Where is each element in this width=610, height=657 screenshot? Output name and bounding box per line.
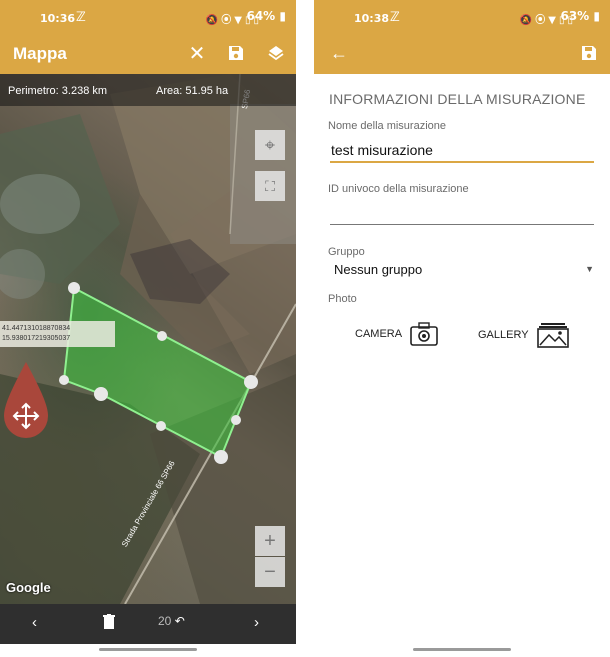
app-bar: ←	[314, 34, 610, 74]
google-logo: Google	[6, 580, 51, 595]
zoom-in-label: +	[264, 529, 276, 552]
home-indicator[interactable]	[99, 648, 197, 651]
map-screen: 10:36 ℤ 🔕⦿▼▯▯ 64% ▮ Mappa ✕ Strada Provi…	[0, 0, 296, 657]
section-title: INFORMAZIONI DELLA MISURAZIONE	[329, 91, 586, 107]
zoom-in-button[interactable]: +	[255, 526, 285, 556]
id-field-label: ID univoco della misurazione	[328, 183, 469, 195]
id-field[interactable]	[331, 205, 594, 223]
step-counter: 20 ↶	[158, 614, 185, 628]
camera-button[interactable]: CAMERA	[355, 322, 438, 346]
measurement-info-bar: Perimetro: 3.238 km Area: 51.95 ha	[0, 74, 296, 106]
back-arrow-icon[interactable]: ←	[328, 42, 350, 64]
page-title: Mappa	[13, 44, 67, 63]
home-indicator[interactable]	[413, 648, 511, 651]
group-select[interactable]: Nessun gruppo ▼	[334, 261, 596, 281]
status-bar: 10:36 ℤ 🔕⦿▼▯▯ 64% ▮	[0, 0, 296, 34]
status-bar: 10:38 ℤ 🔕⦿▼▯▯ 63% ▮	[314, 0, 610, 34]
latitude-text: 41.447131018870834	[2, 325, 71, 332]
vertex-handle[interactable]	[94, 387, 108, 401]
group-select-value: Nessun gruppo	[334, 262, 423, 277]
chevron-left-icon[interactable]: ‹	[32, 614, 37, 631]
vertex-handle[interactable]	[68, 282, 80, 294]
close-icon[interactable]: ✕	[186, 42, 208, 65]
longitude-text: 15.938017219305037	[2, 335, 71, 342]
locate-button[interactable]: ⌖	[255, 130, 285, 160]
battery-level: 64% ▮	[246, 9, 286, 23]
status-time: 10:38	[354, 12, 390, 25]
group-label: Gruppo	[328, 246, 365, 258]
crosshair-icon: ⌖	[264, 134, 276, 155]
status-time: 10:36	[40, 12, 76, 25]
zoom-out-label: −	[264, 560, 276, 583]
notification-icon: ℤ	[76, 10, 86, 25]
trash-icon[interactable]	[103, 614, 115, 633]
layers-icon[interactable]	[265, 42, 287, 64]
chevron-right-icon[interactable]: ›	[254, 614, 259, 631]
fullscreen-icon: ⛶	[265, 177, 275, 194]
notification-icon: ℤ	[390, 10, 400, 25]
camera-label: CAMERA	[355, 328, 403, 340]
midpoint-handle[interactable]	[231, 415, 241, 425]
battery-level: 63% ▮	[560, 9, 600, 23]
bottom-toolbar: ‹ 20 ↶ ›	[0, 604, 296, 644]
vertex-handle[interactable]	[59, 375, 69, 385]
app-bar: Mappa ✕	[0, 34, 296, 74]
area-text: Area: 51.95 ha	[156, 85, 229, 97]
name-field-underline	[330, 161, 594, 163]
coordinate-popup: 41.447131018870834 15.938017219305037	[0, 321, 115, 347]
vertex-handle[interactable]	[244, 375, 258, 389]
save-icon[interactable]	[225, 42, 247, 64]
dropdown-arrow-icon: ▼	[585, 264, 594, 274]
id-field-underline	[330, 224, 594, 225]
measurement-info-screen: 10:38 ℤ 🔕⦿▼▯▯ 63% ▮ ← INFORMAZIONI DELLA…	[314, 0, 610, 657]
gallery-label: GALLERY	[478, 329, 529, 341]
fullscreen-button[interactable]: ⛶	[255, 171, 285, 201]
midpoint-handle[interactable]	[156, 421, 166, 431]
camera-icon	[410, 322, 438, 346]
save-icon[interactable]	[578, 42, 600, 64]
undo-icon[interactable]: ↶	[175, 614, 185, 628]
photo-label: Photo	[328, 293, 357, 305]
gallery-button[interactable]: GALLERY	[478, 322, 569, 348]
midpoint-handle[interactable]	[157, 331, 167, 341]
vertex-handle[interactable]	[214, 450, 228, 464]
perimeter-text: Perimetro: 3.238 km	[8, 85, 108, 97]
name-field[interactable]: test misurazione	[331, 142, 594, 161]
gallery-icon	[536, 323, 569, 348]
name-field-label: Nome della misurazione	[328, 120, 446, 132]
zoom-out-button[interactable]: −	[255, 557, 285, 587]
